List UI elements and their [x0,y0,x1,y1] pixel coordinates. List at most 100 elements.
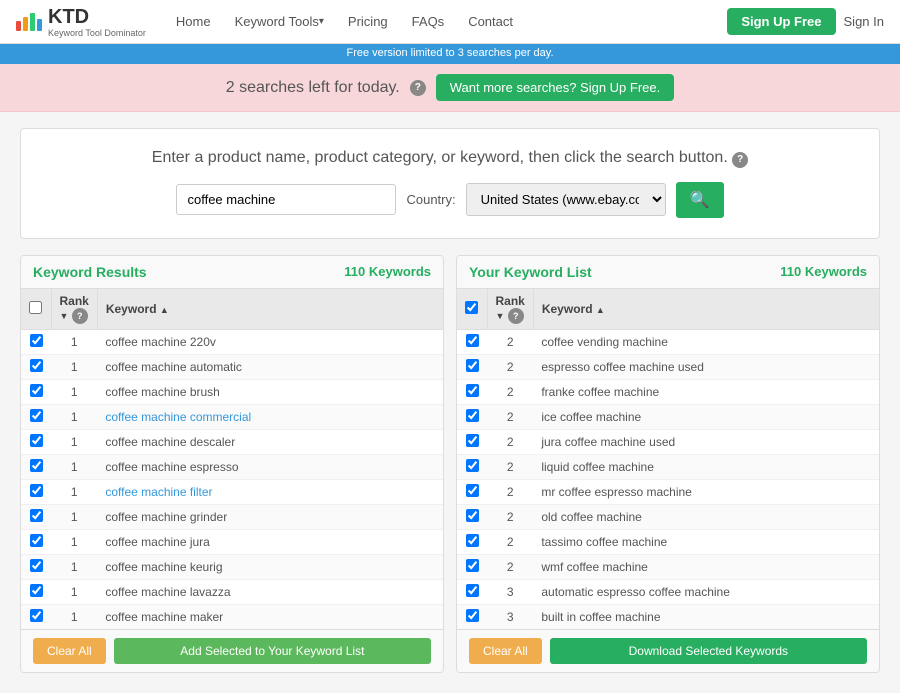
row-checkbox[interactable] [466,334,479,347]
table-row: 1 coffee machine grinder [21,504,443,529]
row-checkbox[interactable] [466,384,479,397]
col-keyword-right[interactable]: Keyword ▲ [533,289,879,330]
keyword-list-footer: Clear All Download Selected Keywords [457,629,879,672]
keyword-results-count: 110 Keywords [344,264,431,279]
logo-text: KTD [48,6,146,29]
row-checkbox[interactable] [466,459,479,472]
row-rank: 1 [51,479,97,504]
row-checkbox[interactable] [466,434,479,447]
row-checkbox[interactable] [30,434,43,447]
row-keyword: coffee vending machine [533,329,879,354]
row-checkbox-cell [457,454,487,479]
row-keyword: coffee machine automatic [97,354,443,379]
row-checkbox[interactable] [30,334,43,347]
row-checkbox[interactable] [466,409,479,422]
row-checkbox[interactable] [30,409,43,422]
row-checkbox[interactable] [30,559,43,572]
row-keyword: wmf coffee machine [533,554,879,579]
col-keyword[interactable]: Keyword ▲ [97,289,443,330]
row-checkbox[interactable] [466,534,479,547]
row-keyword: coffee machine maker [97,604,443,629]
keyword-link[interactable]: coffee machine filter [105,485,212,499]
row-rank: 1 [51,354,97,379]
row-keyword: espresso coffee machine used [533,354,879,379]
row-rank: 1 [51,579,97,604]
row-checkbox[interactable] [30,359,43,372]
country-label: Country: [406,192,455,207]
row-keyword: built in coffee machine [533,604,879,629]
nav-faqs[interactable]: FAQs [402,10,455,33]
row-checkbox-cell [457,554,487,579]
row-checkbox[interactable] [466,359,479,372]
table-row: 3 built in coffee machine [457,604,879,629]
row-checkbox-cell [457,354,487,379]
search-help-icon[interactable]: ? [732,152,748,168]
nav-links: Home Keyword Tools Pricing FAQs Contact [166,10,727,33]
keyword-link[interactable]: coffee machine commercial [105,410,251,424]
table-row: 2 ice coffee machine [457,404,879,429]
table-row: 1 coffee machine filter [21,479,443,504]
row-checkbox[interactable] [30,509,43,522]
clear-all-button-left[interactable]: Clear All [33,638,106,664]
row-rank: 1 [51,454,97,479]
keyword-results-panel: Keyword Results 110 Keywords Rank ▼ ? Ke… [20,255,444,673]
country-select[interactable]: United States (www.ebay.com) United King… [466,183,666,216]
row-checkbox-cell [457,579,487,604]
row-keyword: franke coffee machine [533,379,879,404]
row-checkbox-cell [457,504,487,529]
row-checkbox[interactable] [30,609,43,622]
row-checkbox[interactable] [466,484,479,497]
row-checkbox[interactable] [466,509,479,522]
keyword-list-table: Rank ▼ ? Keyword ▲ 2 coffee vending mach… [457,289,879,629]
select-all-checkbox[interactable] [29,301,42,314]
row-checkbox[interactable] [466,584,479,597]
row-rank: 1 [51,404,97,429]
table-row: 3 automatic espresso coffee machine [457,579,879,604]
nav-contact[interactable]: Contact [458,10,523,33]
nav-home[interactable]: Home [166,10,221,33]
search-button[interactable]: 🔍 [676,182,724,218]
row-checkbox[interactable] [30,584,43,597]
select-all-checkbox-right[interactable] [465,301,478,314]
search-input[interactable] [176,184,396,215]
row-checkbox[interactable] [30,484,43,497]
row-checkbox[interactable] [30,534,43,547]
row-rank: 2 [487,479,533,504]
row-rank: 2 [487,379,533,404]
row-keyword: coffee machine commercial [97,404,443,429]
nav-pricing[interactable]: Pricing [338,10,398,33]
table-row: 2 coffee vending machine [457,329,879,354]
download-button[interactable]: Download Selected Keywords [550,638,867,664]
row-checkbox[interactable] [466,559,479,572]
row-checkbox[interactable] [466,609,479,622]
row-rank: 1 [51,504,97,529]
top-banner: Free version limited to 3 searches per d… [0,44,900,62]
clear-all-button-right[interactable]: Clear All [469,638,542,664]
row-keyword: coffee machine lavazza [97,579,443,604]
row-keyword: coffee machine descaler [97,429,443,454]
signup-button[interactable]: Sign Up Free [727,8,835,35]
row-rank: 1 [51,604,97,629]
alert-help-icon[interactable]: ? [410,80,426,96]
table-row: 1 coffee machine commercial [21,404,443,429]
row-rank: 2 [487,554,533,579]
logo-subtext: Keyword Tool Dominator [48,29,146,38]
add-selected-button[interactable]: Add Selected to Your Keyword List [114,638,431,664]
row-keyword: automatic espresso coffee machine [533,579,879,604]
keyword-results-footer: Clear All Add Selected to Your Keyword L… [21,629,443,672]
keyword-results-header: Keyword Results 110 Keywords [21,256,443,289]
want-more-button[interactable]: Want more searches? Sign Up Free. [436,74,675,101]
col-rank-right[interactable]: Rank ▼ ? [487,289,533,330]
nav-keyword-tools[interactable]: Keyword Tools [225,10,334,33]
nav-right: Sign Up Free Sign In [727,8,884,35]
table-row: 1 coffee machine espresso [21,454,443,479]
keyword-list-header: Your Keyword List 110 Keywords [457,256,879,289]
row-checkbox-cell [457,404,487,429]
brand-logo: KTD Keyword Tool Dominator [16,6,146,38]
col-rank[interactable]: Rank ▼ ? [51,289,97,330]
signin-button[interactable]: Sign In [844,14,884,29]
table-row: 2 espresso coffee machine used [457,354,879,379]
row-checkbox[interactable] [30,384,43,397]
row-keyword: old coffee machine [533,504,879,529]
row-checkbox[interactable] [30,459,43,472]
